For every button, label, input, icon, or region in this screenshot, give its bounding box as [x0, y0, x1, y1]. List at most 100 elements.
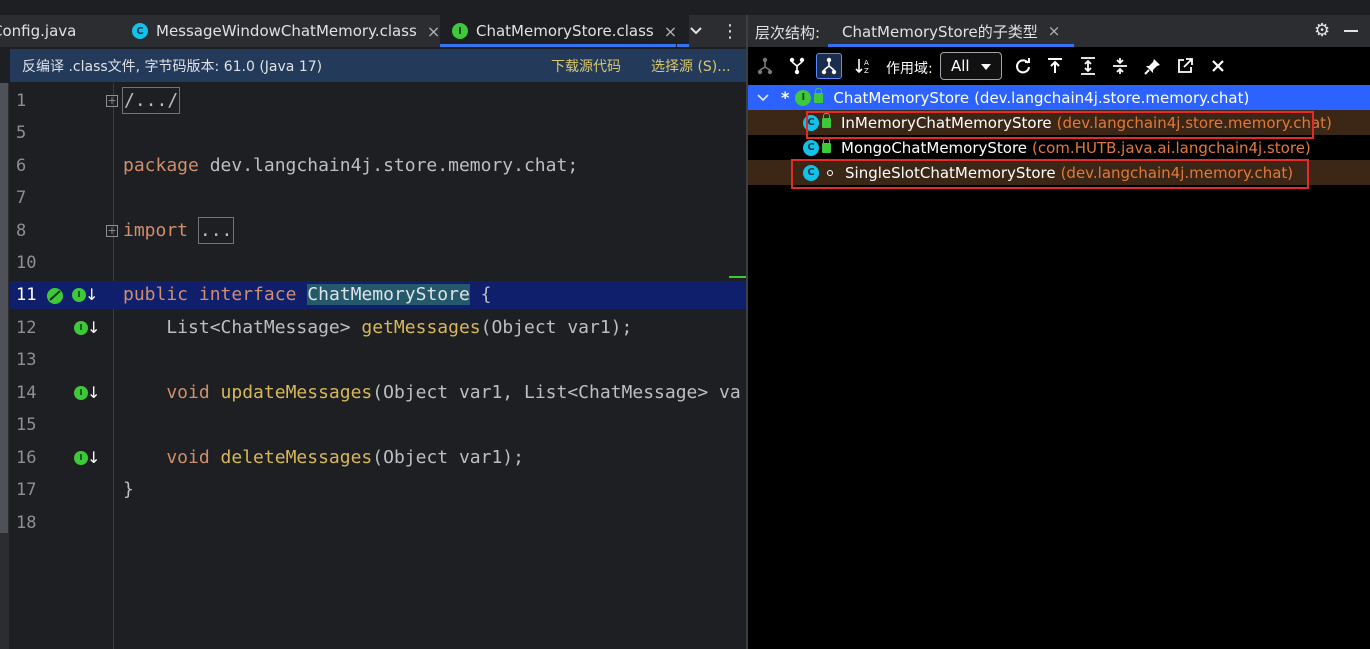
implemented-icon[interactable]: I — [74, 321, 88, 335]
method-name: getMessages — [361, 317, 481, 338]
folded-region[interactable]: /.../ — [121, 87, 181, 114]
line-number: 10 — [16, 253, 37, 273]
method-name: updateMessages — [220, 382, 373, 403]
method-name: deleteMessages — [220, 447, 373, 468]
code-line[interactable]: 6 package dev.langchain4j.store.memory.c… — [10, 152, 746, 180]
choose-sources-link[interactable]: 选择源 (S)... — [651, 56, 731, 76]
tab-messagewindowchatmemory[interactable]: C MessageWindowChatMemory.class × — [118, 15, 450, 47]
implemented-icon[interactable]: I — [74, 386, 88, 400]
code-line[interactable]: 17 } — [10, 476, 746, 504]
keyword: package — [123, 155, 199, 176]
chevron-down-icon[interactable] — [757, 91, 771, 105]
node-package: (com.HUTB.java.ai.langchain4j.store) — [1032, 138, 1311, 157]
scope-dropdown[interactable]: All — [940, 52, 1002, 80]
tab-chatmemorystore[interactable]: I ChatMemoryStore.class × — [440, 15, 690, 47]
hierarchy-header: 层次结构: ChatMemoryStore的子类型 × ⚙ — [748, 15, 1370, 47]
node-name: ChatMemoryStore — [833, 88, 970, 107]
line-number: 14 — [16, 383, 37, 403]
change-marker — [729, 276, 746, 278]
tab-config-java[interactable]: Config.java — [0, 15, 86, 47]
code-line[interactable]: 8 + import ... — [10, 217, 746, 245]
pin-icon[interactable] — [1140, 53, 1166, 79]
scrollbar[interactable] — [0, 83, 8, 533]
code-line[interactable]: 13 — [10, 346, 746, 374]
line-number: 6 — [16, 156, 27, 176]
hierarchy-tree[interactable]: * I ChatMemoryStore (dev.langchain4j.sto… — [748, 85, 1370, 645]
public-access-icon — [822, 137, 831, 153]
spring-bean-icon[interactable] — [46, 286, 68, 304]
node-package: (dev.langchain4j.store.memory.chat) — [974, 88, 1250, 107]
arrow-down-icon: ↓ — [87, 383, 101, 402]
code-line[interactable]: 7 — [10, 184, 746, 212]
class-icon: C — [803, 139, 819, 156]
tree-node-root[interactable]: * I ChatMemoryStore (dev.langchain4j.sto… — [748, 85, 1370, 110]
scope-value: All — [951, 57, 970, 75]
export-icon[interactable] — [1172, 53, 1198, 79]
code-text: (Object var1); — [480, 317, 633, 338]
hierarchy-panel: 层次结构: ChatMemoryStore的子类型 × ⚙ AZ 作用域: Al… — [748, 15, 1370, 649]
line-number: 8 — [16, 221, 27, 241]
annotation-box — [791, 159, 1309, 189]
fold-expand-icon[interactable]: + — [106, 95, 118, 107]
folded-region[interactable]: ... — [197, 217, 235, 244]
tab-label: MessageWindowChatMemory.class — [156, 22, 417, 40]
line-number: 16 — [16, 448, 37, 468]
hierarchy-title: 层次结构: — [755, 24, 821, 42]
selected-identifier[interactable]: ChatMemoryStore — [307, 284, 470, 305]
line-number: 17 — [16, 480, 37, 500]
public-access-icon — [814, 87, 824, 103]
line-number: 7 — [16, 188, 27, 208]
chevron-down-icon[interactable] — [676, 15, 714, 47]
close-icon[interactable] — [1205, 53, 1231, 79]
code-line[interactable]: 18 — [10, 509, 746, 537]
keyword: interface — [198, 284, 297, 305]
code-line[interactable]: 5 — [10, 119, 746, 147]
interface-icon: I — [452, 23, 468, 39]
fold-expand-icon[interactable]: + — [106, 225, 118, 237]
gear-icon[interactable]: ⚙ — [1314, 20, 1330, 41]
code-text: (Object var1, List<ChatMessage> va — [372, 382, 741, 403]
code-line[interactable]: 1 + /.../ — [10, 87, 746, 115]
code-line[interactable]: 15 — [10, 411, 746, 439]
class-hierarchy-icon[interactable] — [784, 53, 810, 79]
line-number: 13 — [16, 350, 37, 370]
editor-tab-bar: Config.java C MessageWindowChatMemory.cl… — [0, 15, 746, 47]
keyword: public — [123, 284, 189, 305]
refresh-icon[interactable] — [1010, 53, 1036, 79]
svg-text:A: A — [864, 59, 869, 67]
expand-all-icon[interactable] — [1075, 53, 1101, 79]
code-line[interactable]: 16 I ↓ void deleteMessages(Object var1); — [10, 444, 746, 472]
download-sources-link[interactable]: 下载源代码 — [551, 56, 621, 76]
line-number: 12 — [16, 318, 37, 338]
supertypes-hierarchy-icon[interactable] — [752, 53, 778, 79]
hierarchy-toolbar: AZ 作用域: All — [748, 50, 1370, 82]
implemented-icon[interactable]: I — [72, 288, 86, 302]
subtypes-hierarchy-icon[interactable] — [816, 53, 842, 79]
svg-text:Z: Z — [864, 67, 869, 75]
implemented-icon[interactable]: I — [74, 451, 88, 465]
collapse-all-icon[interactable] — [1107, 53, 1133, 79]
tab-subtypes[interactable]: ChatMemoryStore的子类型 × — [828, 15, 1075, 47]
line-number: 18 — [16, 513, 37, 533]
class-icon: C — [132, 23, 148, 39]
code-line[interactable]: 12 I ↓ List<ChatMessage> getMessages(Obje… — [10, 314, 746, 342]
code-line[interactable]: 14 I ↓ void updateMessages(Object var1, L… — [10, 379, 746, 407]
close-icon[interactable]: × — [427, 22, 440, 41]
close-icon[interactable]: × — [1048, 22, 1061, 40]
interface-icon: I — [795, 89, 812, 106]
decompiled-banner: 反编译 .class文件, 字节码版本: 61.0 (Java 17) 下载源代… — [10, 49, 746, 82]
arrow-down-icon: ↓ — [87, 448, 101, 467]
annotation-box — [806, 111, 1314, 139]
line-number: 5 — [16, 123, 27, 143]
sort-alphabetically-icon[interactable]: AZ — [851, 53, 877, 79]
code-text: { — [469, 284, 492, 305]
more-vertical-icon[interactable]: ⋮ — [714, 15, 746, 47]
keyword: void — [123, 382, 210, 403]
minimize-icon[interactable] — [1344, 30, 1358, 32]
code-line-current[interactable]: 11 I ↓ public interface ChatMemoryStore { — [10, 281, 746, 309]
arrow-down-icon: ↓ — [85, 285, 99, 304]
code-line[interactable]: 10 — [10, 249, 746, 277]
code-text: } — [123, 479, 134, 500]
base-on-this-class-icon[interactable] — [1042, 53, 1068, 79]
code-editor[interactable]: Config.java C MessageWindowChatMemory.cl… — [0, 0, 746, 649]
